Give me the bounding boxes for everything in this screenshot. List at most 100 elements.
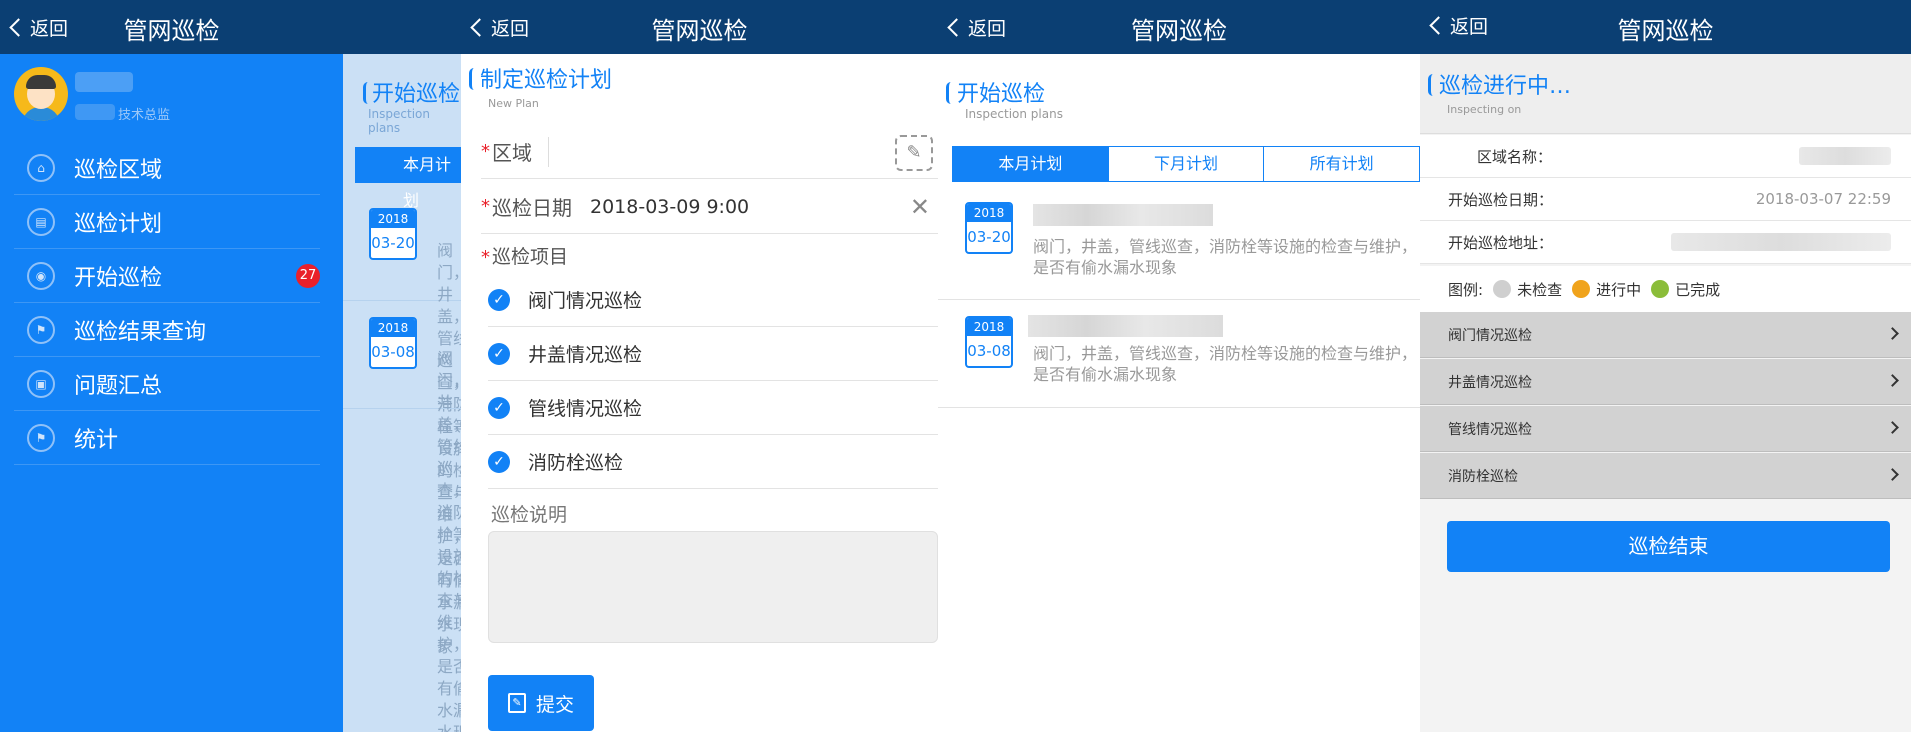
check-circle-icon[interactable]: ✓ [488,396,510,419]
orange-dot-icon [1572,280,1591,298]
check-circle-icon[interactable]: ✓ [488,342,510,365]
legend-item-label: 已完成 [1675,280,1721,299]
section-title-text: 制定巡检计划 [480,68,613,93]
start-date-row: 开始巡检日期： 2018-03-07 22:59 [1420,178,1911,221]
menu-item-label: 巡检结果查询 [74,319,207,345]
panel-new-plan: 返回 管网巡检 制定巡检计划 New Plan * 区域 ✎ * 巡检日期 2018… [461,0,938,732]
inspection-item-checkbox[interactable]: ✓ 阀门情况巡检 [488,273,938,327]
legend-item-label: 未检查 [1517,280,1563,299]
date-year: 2018 [967,204,1011,222]
bg-row-text: 阀门，井盖，管线巡查，消防栓等设施的检查与维护，是否有偷水漏水现象 [437,349,461,732]
date-badge: 2018 03-20 [369,208,417,260]
region-input[interactable] [548,136,858,167]
check-circle-icon[interactable]: ✓ [488,450,510,473]
user-role: 技术总监 [118,108,171,123]
section-title-text: 开始巡检 [957,82,1046,107]
inspection-item-row[interactable]: 消防栓巡检 [1420,453,1911,499]
section-title: 开始巡检 [946,76,1045,108]
bg-header-subtitle: Inspection plans [368,107,430,135]
date-year: 2018 [371,210,415,228]
description-textarea[interactable] [488,531,938,643]
book-icon: ▤ [27,207,55,236]
plan-tabs: 本月计划 下月计划 所有计划 [952,146,1420,182]
tab-next-month[interactable]: 下月计划 [1109,147,1265,181]
date-value[interactable]: 2018-03-09 9:00 [590,196,749,218]
plan-description: 阀门，井盖，管线巡查，消防栓等设施的检查与维护，是否有偷水漏水现象 [1033,237,1418,277]
pencil-icon[interactable]: ✎ [895,135,933,171]
submit-button[interactable]: ✎ 提交 [488,675,594,731]
inspection-item-checkbox[interactable]: ✓ 消防栓巡检 [488,435,938,489]
item-label: 消防栓巡检 [528,452,624,474]
plan-title-blurred [1033,204,1213,226]
date-badge: 2018 03-08 [369,317,417,369]
inspection-item-row[interactable]: 井盖情况巡检 [1420,359,1911,405]
menu-item-statistics[interactable]: ⚑ 统计 [14,411,320,465]
chevron-right-icon [1886,327,1899,340]
item-label: 管线情况巡检 [1448,421,1532,438]
panel-start-inspection: 返回 管网巡检 开始巡检 Inspection plans 本月计划 下月计划 … [938,0,1420,732]
area-name-blurred [1799,147,1891,165]
menu-item-label: 开始巡检 [74,265,163,291]
date-badge: 2018 03-08 [965,316,1013,368]
date-year: 2018 [371,319,415,337]
menu-item-label: 巡检计划 [74,211,163,237]
end-inspection-button[interactable]: 巡检结束 [1447,521,1890,572]
plan-row[interactable]: 2018 03-08 阀门，井盖，管线巡查，消防栓等设施的检查与维护，是否有偷水漏… [938,300,1420,408]
bg-header-title-text: 开始巡检 [372,82,461,107]
tab-all-plans[interactable]: 所有计划 [1264,147,1419,181]
panel-inspecting: 返回 管网巡检 巡检进行中… Inspecting on 区域名称： 开始巡检日… [1420,0,1911,732]
start-date-value: 2018-03-07 22:59 [1755,190,1891,208]
page-title: 管网巡检 [1131,17,1227,45]
inspection-item-row[interactable]: 阀门情况巡检 [1420,312,1911,358]
plan-row[interactable]: 2018 03-20 阀门，井盖，管线巡查，消防栓等设施的检查与维护，是否有偷水漏… [938,192,1420,300]
user-name-blurred [75,72,133,92]
green-dot-icon [1651,280,1670,298]
avatar-body [22,107,60,121]
avatar[interactable] [14,67,68,121]
area-name-row: 区域名称： [1420,135,1911,178]
menu-item-issue-summary[interactable]: ▣ 问题汇总 [14,357,320,411]
document-icon: ▣ [27,369,55,398]
date-row[interactable]: * 巡检日期 2018-03-09 9:00 ✕ [481,180,938,234]
date-day: 03-20 [371,234,415,252]
top-bar: 返回 管网巡检 [461,0,938,54]
item-label: 管线情况巡检 [528,398,643,420]
notification-badge: 27 [296,264,320,288]
inspection-item-checkbox[interactable]: ✓ 井盖情况巡检 [488,327,938,381]
check-circle-icon[interactable]: ✓ [488,288,510,311]
header-bracket-icon [363,82,368,104]
inspection-item-row[interactable]: 管线情况巡检 [1420,406,1911,452]
menu-item-label: 统计 [74,427,119,453]
menu-item-start-inspection[interactable]: ◉ 开始巡检 27 [14,249,320,303]
menu-item-inspection-plan[interactable]: ▤ 巡检计划 [14,195,320,249]
date-day: 03-08 [371,343,415,361]
plan-description: 阀门，井盖，管线巡查，消防栓等设施的检查与维护，是否有偷水漏水现象 [1033,344,1418,384]
required-mark: * [481,247,490,268]
plan-title-blurred [1028,315,1223,337]
menu-item-label: 问题汇总 [74,373,163,399]
user-id-blurred [75,104,115,120]
top-bar: 返回 管网巡检 [938,0,1420,54]
tab-this-month[interactable]: 本月计划 [953,147,1109,181]
region-label: 区域 [492,141,532,165]
close-icon[interactable]: ✕ [910,193,930,221]
section-title-text: 巡检进行中… [1439,74,1572,99]
chevron-right-icon [1886,421,1899,434]
menu-item-inspection-area[interactable]: ⌂ 巡检区域 [14,141,320,195]
section-subtitle: Inspection plans [965,107,1063,121]
submit-label: 提交 [535,693,574,716]
menu-item-result-query[interactable]: ⚑ 巡检结果查询 [14,303,320,357]
inspection-item-checkbox[interactable]: ✓ 管线情况巡检 [488,381,938,435]
status-legend: 图例: 未检查 进行中 已完成 [1420,266,1911,312]
bg-tab-this-month: 本月计划 [355,147,461,210]
flag-icon: ⚑ [27,315,55,344]
items-label-text: 巡检项目 [492,246,569,268]
area-name-label: 区域名称： [1477,147,1553,166]
flag-icon: ⚑ [27,423,55,452]
header-bracket-icon [1428,74,1433,96]
header-bracket-icon [469,68,474,90]
top-bar: 返回 管网巡检 [1420,0,1911,54]
top-bar: 返回 管网巡检 [0,0,461,54]
date-day: 03-08 [967,342,1011,360]
required-mark: * [481,196,490,217]
